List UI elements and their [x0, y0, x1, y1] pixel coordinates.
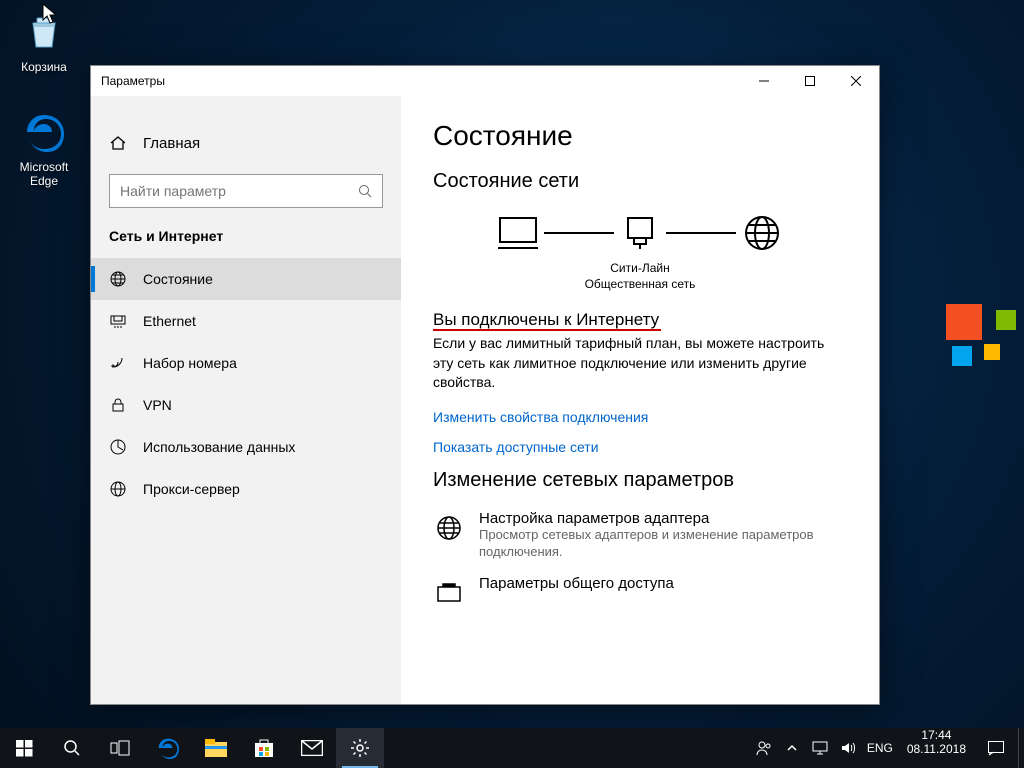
home-label: Главная [143, 135, 200, 152]
data-usage-icon [109, 438, 127, 456]
task-view-button[interactable] [96, 728, 144, 768]
clock[interactable]: 17:44 08.11.2018 [899, 728, 974, 768]
show-desktop-button[interactable] [1018, 728, 1024, 768]
section-heading: Изменение сетевых параметров [433, 469, 847, 492]
ethernet-icon [109, 312, 127, 330]
maximize-button[interactable] [787, 66, 833, 96]
section-heading: Состояние сети [433, 170, 847, 193]
sidebar-item-status[interactable]: Состояние [91, 258, 401, 300]
sidebar-item-label: Прокси-сервер [143, 481, 240, 497]
sidebar-item-data-usage[interactable]: Использование данных [91, 426, 401, 468]
sidebar: Главная Сеть и Интернет Состояние Ethern… [91, 96, 401, 704]
dialup-icon [109, 354, 127, 372]
search-button[interactable] [48, 728, 96, 768]
link-show-available-networks[interactable]: Показать доступные сети [433, 439, 847, 455]
sidebar-item-label: Ethernet [143, 313, 196, 329]
desktop-icon-label: Microsoft Edge [6, 160, 82, 189]
sidebar-item-label: Набор номера [143, 355, 237, 371]
edge-icon [20, 108, 68, 156]
option-adapter-settings[interactable]: Настройка параметров адаптера Просмотр с… [433, 510, 847, 561]
desktop-icon-edge[interactable]: Microsoft Edge [6, 108, 82, 189]
proxy-icon [109, 480, 127, 498]
windows-logo-accent [934, 250, 1024, 390]
action-center-button[interactable] [974, 728, 1018, 768]
taskbar: ENG 17:44 08.11.2018 [0, 728, 1024, 768]
sidebar-item-vpn[interactable]: VPN [91, 384, 401, 426]
sidebar-category: Сеть и Интернет [91, 228, 401, 258]
sidebar-item-dialup[interactable]: Набор номера [91, 342, 401, 384]
search-icon [358, 184, 372, 198]
taskbar-settings[interactable] [336, 728, 384, 768]
people-icon[interactable] [755, 739, 773, 757]
system-tray: ENG [749, 728, 899, 768]
vpn-icon [109, 396, 127, 414]
content-pane: Состояние Состояние сети Сити-Лайн Общес… [401, 96, 879, 704]
search-box[interactable] [109, 174, 383, 208]
option-subtitle: Просмотр сетевых адаптеров и изменение п… [479, 527, 839, 561]
link-change-connection-props[interactable]: Изменить свойства подключения [433, 409, 847, 425]
option-sharing-settings[interactable]: Параметры общего доступа [433, 575, 847, 609]
start-button[interactable] [0, 728, 48, 768]
connected-heading: Вы подключены к Интернету [433, 310, 659, 330]
language-indicator[interactable]: ENG [867, 741, 893, 755]
network-caption: Сити-Лайн Общественная сеть [433, 261, 847, 292]
option-title: Настройка параметров адаптера [479, 510, 839, 527]
sidebar-item-label: Состояние [143, 271, 213, 287]
taskbar-mail[interactable] [288, 728, 336, 768]
home-icon [109, 134, 127, 152]
router-icon [618, 211, 662, 255]
network-diagram [433, 211, 847, 255]
sidebar-item-label: VPN [143, 397, 172, 413]
desktop-icon-label: Корзина [6, 60, 82, 74]
option-title: Параметры общего доступа [479, 575, 674, 592]
sidebar-item-label: Использование данных [143, 439, 295, 455]
taskbar-store[interactable] [240, 728, 288, 768]
connected-description: Если у вас лимитный тарифный план, вы мо… [433, 334, 847, 393]
sidebar-item-ethernet[interactable]: Ethernet [91, 300, 401, 342]
window-title: Параметры [101, 74, 165, 88]
taskbar-explorer[interactable] [192, 728, 240, 768]
titlebar[interactable]: Параметры [91, 66, 879, 96]
pc-icon [496, 211, 540, 255]
minimize-button[interactable] [741, 66, 787, 96]
annotation-underline [433, 329, 661, 331]
taskbar-edge[interactable] [144, 728, 192, 768]
home-button[interactable]: Главная [91, 126, 401, 160]
adapter-icon [433, 512, 465, 544]
page-title: Состояние [433, 120, 847, 152]
network-icon[interactable] [811, 739, 829, 757]
globe-icon [109, 270, 127, 288]
globe-icon [740, 211, 784, 255]
settings-window: Параметры Главная Сеть и Интернет Со [90, 65, 880, 705]
tray-chevron-up-icon[interactable] [783, 739, 801, 757]
sharing-icon [433, 577, 465, 609]
close-button[interactable] [833, 66, 879, 96]
sidebar-item-proxy[interactable]: Прокси-сервер [91, 468, 401, 510]
search-input[interactable] [120, 183, 358, 199]
cursor-icon [42, 3, 60, 25]
volume-icon[interactable] [839, 739, 857, 757]
